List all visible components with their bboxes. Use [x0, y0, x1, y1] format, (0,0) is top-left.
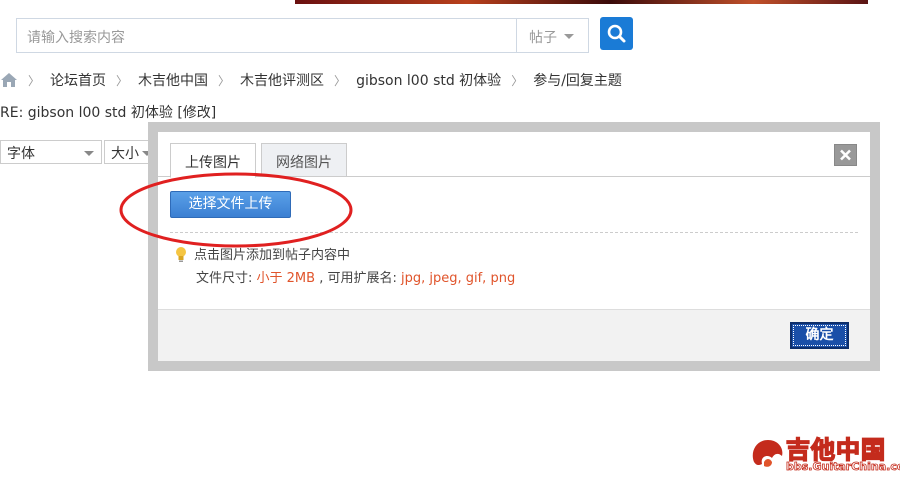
breadcrumb-item-home[interactable]: 论坛首页: [50, 70, 106, 90]
chevron-down-icon: [564, 34, 574, 39]
post-title: RE: gibson l00 std 初体验 [修改]: [0, 102, 216, 122]
breadcrumb: 〉 论坛首页 〉 木吉他中国 〉 木吉他评测区 〉 gibson l00 std…: [0, 70, 622, 90]
close-icon: [840, 149, 851, 161]
divider: [170, 232, 858, 233]
breadcrumb-item-forum[interactable]: 木吉他中国: [138, 70, 208, 90]
dialog-tabs: 上传图片 网络图片: [158, 132, 870, 178]
search-type-label: 帖子: [529, 30, 557, 46]
font-size-label: 大小: [111, 146, 139, 162]
allowed-extensions: jpg, jpeg, gif, png: [400, 271, 516, 286]
breadcrumb-item-current: 参与/回复主题: [533, 73, 622, 89]
upload-tip: 点击图片添加到帖子内容中: [174, 244, 350, 263]
select-file-upload-button[interactable]: 选择文件上传: [170, 191, 291, 218]
breadcrumb-item-thread[interactable]: gibson l00 std 初体验: [356, 70, 501, 90]
site-watermark: 吉他中国 bbs.GuitarChina.com: [748, 430, 900, 475]
file-size-info: 文件尺寸: 小于 2MB , 可用扩展名: jpg, jpeg, gif, pn…: [196, 267, 515, 286]
confirm-button[interactable]: 确定: [790, 322, 849, 349]
tab-web-image[interactable]: 网络图片: [261, 143, 347, 177]
breadcrumb-item-subforum[interactable]: 木吉他评测区: [240, 70, 324, 90]
breadcrumb-separator: 〉: [218, 73, 231, 88]
breadcrumb-separator: 〉: [334, 73, 347, 88]
ext-prefix: , 可用扩展名:: [315, 271, 401, 286]
lightbulb-icon: [176, 246, 186, 262]
breadcrumb-separator: 〉: [28, 73, 41, 88]
search-icon: [607, 24, 626, 43]
font-family-select[interactable]: 字体: [0, 140, 102, 164]
chevron-down-icon: [84, 151, 94, 156]
size-limit: 小于 2MB: [256, 271, 316, 286]
breadcrumb-separator: 〉: [116, 73, 129, 88]
dialog-footer: 确定: [158, 309, 870, 361]
top-banner-image: [295, 0, 868, 4]
post-title-text: RE: gibson l00 std 初体验: [0, 105, 173, 121]
search-type-select[interactable]: 帖子: [516, 18, 589, 53]
guitarchina-logo: [752, 440, 783, 467]
search-button[interactable]: [600, 17, 633, 50]
close-button[interactable]: [834, 144, 857, 166]
tab-upload-image[interactable]: 上传图片: [170, 143, 256, 178]
size-prefix: 文件尺寸:: [196, 271, 257, 286]
image-upload-dialog: 上传图片 网络图片 选择文件上传 点击图片添加到帖子内容中 文件尺寸: 小于 2…: [158, 132, 870, 361]
watermark-url: bbs.GuitarChina.com: [786, 460, 900, 474]
home-icon[interactable]: [0, 72, 18, 88]
editor-toolbar: 字体 大小: [0, 140, 160, 166]
font-family-label: 字体: [7, 146, 35, 162]
breadcrumb-separator: 〉: [511, 73, 524, 88]
search-input[interactable]: 请输入搜索内容: [16, 18, 516, 53]
upload-tip-text: 点击图片添加到帖子内容中: [194, 248, 351, 263]
edit-title-link[interactable]: [修改]: [177, 105, 216, 121]
